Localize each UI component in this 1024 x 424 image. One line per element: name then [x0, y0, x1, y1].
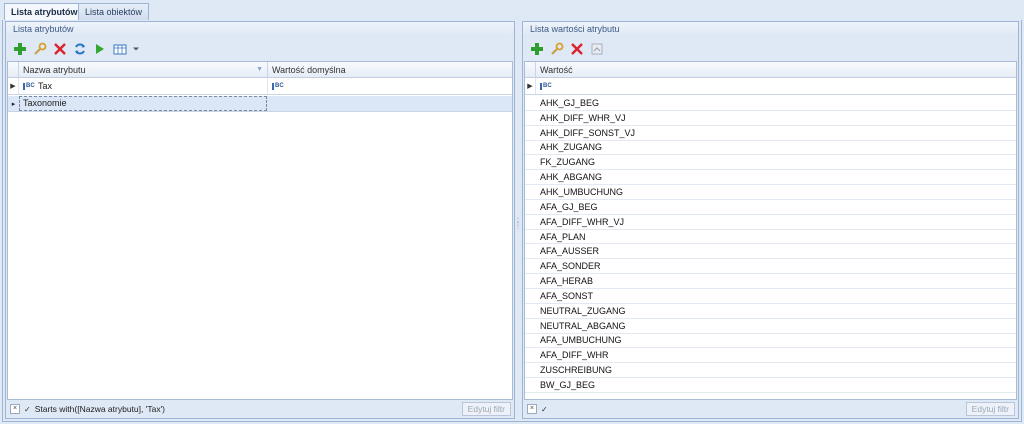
dropdown-arrow-icon[interactable]	[131, 40, 141, 58]
tab-strip: Lista atrybutów Lista obiektów	[2, 2, 1022, 22]
table-row[interactable]: FK_ZUGANG	[525, 155, 1016, 171]
table-row[interactable]: AFA_GJ_BEG	[525, 200, 1016, 215]
expand-arrow-icon[interactable]: ▸	[8, 100, 19, 108]
value-cell[interactable]: AHK_UMBUCHUNG	[536, 187, 623, 197]
table-row[interactable]: AFA_SONST	[525, 289, 1016, 304]
table-row[interactable]: ZUSCHREIBUNG	[525, 363, 1016, 379]
attribute-name-cell[interactable]: Taxonomie	[19, 96, 267, 111]
tab-lista-obiektow[interactable]: Lista obiektów	[78, 3, 150, 21]
attribute-values-panel-title: Lista wartości atrybutu	[523, 22, 1018, 37]
value-cell[interactable]: AFA_PLAN	[536, 232, 586, 242]
value-cell[interactable]: AHK_DIFF_SONST_VJ	[536, 128, 635, 138]
table-row[interactable]: AFA_UMBUCHUNG	[525, 334, 1016, 349]
value-cell[interactable]: AHK_DIFF_WHR_VJ	[536, 113, 626, 123]
filter-row-indicator-icon: ▶	[8, 78, 19, 94]
text-filter-icon: BC	[272, 82, 284, 90]
attribute-values-grid-header: Wartość	[525, 62, 1016, 78]
attribute-values-grid: Wartość ▶ BC AHK_GJ_BEG AHK_DIFF_WHR_VJ AH…	[524, 61, 1017, 400]
value-cell[interactable]: AFA_UMBUCHUNG	[536, 335, 622, 345]
attribute-values-list: AHK_GJ_BEG AHK_DIFF_WHR_VJ AHK_DIFF_SONST_…	[525, 96, 1016, 393]
column-header-label: Wartość	[540, 65, 573, 75]
refresh-icon[interactable]	[71, 40, 89, 58]
table-row[interactable]: AFA_DIFF_WHR	[525, 348, 1016, 364]
value-cell[interactable]: AHK_GJ_BEG	[536, 98, 599, 108]
attributes-grid-header: Nazwa atrybutu ▼ Wartość domyślna	[8, 62, 512, 78]
attribute-values-panel: Lista wartości atrybutu Wartość ▶ BC AHK…	[522, 21, 1019, 419]
edit-filter-button[interactable]: Edytuj filtr	[461, 402, 511, 416]
text-filter-icon: BC	[540, 82, 552, 90]
edit-icon[interactable]	[31, 40, 49, 58]
column-header-label: Wartość domyślna	[272, 65, 346, 75]
table-row[interactable]: AFA_SONDER	[525, 259, 1016, 275]
table-row[interactable]: NEUTRAL_ZUGANG	[525, 304, 1016, 319]
table-row[interactable]: AHK_UMBUCHUNG	[525, 185, 1016, 200]
delete-icon[interactable]	[51, 40, 69, 58]
attribute-values-toolbar	[523, 37, 1018, 60]
value-cell[interactable]: FK_ZUGANG	[536, 157, 595, 167]
column-header-wartosc-domyslna[interactable]: Wartość domyślna	[268, 62, 512, 77]
table-row[interactable]: AHK_ABGANG	[525, 170, 1016, 186]
grid-view-icon[interactable]	[111, 40, 129, 58]
attributes-toolbar	[6, 37, 514, 60]
row-indicator-header	[8, 62, 19, 77]
add-icon[interactable]	[528, 40, 546, 58]
value-cell[interactable]: AFA_DIFF_WHR_VJ	[536, 217, 624, 227]
filter-indicator-icon: ▼	[256, 66, 263, 73]
filter-cell-nazwa-atrybutu[interactable]: BC Tax	[19, 78, 268, 94]
filter-enabled-checkbox[interactable]: ✓	[24, 405, 31, 414]
table-row[interactable]: AHK_DIFF_WHR_VJ	[525, 111, 1016, 126]
value-cell[interactable]: AHK_ZUGANG	[536, 142, 602, 152]
value-cell[interactable]: AFA_SONDER	[536, 261, 601, 271]
attributes-filter-bar: × ✓ Starts with([Nazwa atrybutu], 'Tax')…	[7, 401, 513, 417]
value-cell[interactable]: AFA_GJ_BEG	[536, 202, 598, 212]
table-row[interactable]: BW_GJ_BEG	[525, 378, 1016, 393]
filter-expression: Starts with([Nazwa atrybutu], 'Tax')	[34, 404, 166, 414]
add-icon[interactable]	[11, 40, 29, 58]
value-cell[interactable]: AFA_DIFF_WHR	[536, 350, 609, 360]
value-cell[interactable]: NEUTRAL_ABGANG	[536, 321, 626, 331]
value-cell[interactable]: AFA_SONST	[536, 291, 593, 301]
clear-filter-button[interactable]: ×	[527, 404, 537, 414]
auto-filter-row: ▶ BC Tax BC	[8, 78, 512, 95]
column-header-label: Nazwa atrybutu	[23, 65, 86, 75]
column-header-nazwa-atrybutu[interactable]: Nazwa atrybutu ▼	[19, 62, 268, 77]
table-row[interactable]: AFA_AUSSER	[525, 244, 1016, 260]
table-row[interactable]: AHK_DIFF_SONST_VJ	[525, 126, 1016, 141]
table-row[interactable]: ▸ Taxonomie	[8, 96, 512, 112]
filter-enabled-checkbox[interactable]: ✓	[541, 405, 548, 414]
value-cell[interactable]: ZUSCHREIBUNG	[536, 365, 612, 375]
attributes-panel-title: Lista atrybutów	[6, 22, 514, 37]
edit-filter-button[interactable]: Edytuj filtr	[965, 402, 1015, 416]
filter-cell-wartosc-domyslna[interactable]: BC	[268, 78, 512, 94]
table-row[interactable]: AFA_PLAN	[525, 230, 1016, 245]
filter-row-indicator-icon: ▶	[525, 78, 536, 94]
table-row[interactable]: AFA_DIFF_WHR_VJ	[525, 215, 1016, 230]
attributes-grid: Nazwa atrybutu ▼ Wartość domyślna ▶ BC T…	[7, 61, 513, 400]
value-cell[interactable]: AFA_AUSSER	[536, 246, 599, 256]
table-row[interactable]: AHK_ZUGANG	[525, 141, 1016, 156]
edit-icon[interactable]	[548, 40, 566, 58]
filter-value: Tax	[38, 81, 53, 91]
filter-cell-wartosc[interactable]: BC	[536, 78, 1016, 94]
value-cell[interactable]: AHK_ABGANG	[536, 172, 602, 182]
value-cell[interactable]: AFA_HERAB	[536, 276, 593, 286]
table-row[interactable]: AFA_HERAB	[525, 274, 1016, 289]
auto-filter-row: ▶ BC	[525, 78, 1016, 95]
value-cell[interactable]: NEUTRAL_ZUGANG	[536, 306, 626, 316]
table-row[interactable]: NEUTRAL_ABGANG	[525, 319, 1016, 334]
import-icon[interactable]	[588, 40, 606, 58]
text-filter-icon: BC	[23, 82, 35, 90]
clear-filter-button[interactable]: ×	[10, 404, 20, 414]
row-indicator-header	[525, 62, 536, 77]
value-cell[interactable]: BW_GJ_BEG	[536, 380, 595, 390]
attributes-panel: Lista atrybutów Nazwa atrybutu ▼ Wartość…	[5, 21, 515, 419]
attribute-values-filter-bar: × ✓ Edytuj filtr	[524, 401, 1017, 417]
splitter-handle[interactable]: ⋮ ⋮	[514, 218, 522, 232]
run-icon[interactable]	[91, 40, 109, 58]
tab-content: Lista atrybutów Nazwa atrybutu ▼ Wartość…	[2, 20, 1022, 422]
table-row[interactable]: AHK_GJ_BEG	[525, 96, 1016, 111]
delete-icon[interactable]	[568, 40, 586, 58]
column-header-wartosc[interactable]: Wartość	[536, 62, 1016, 77]
